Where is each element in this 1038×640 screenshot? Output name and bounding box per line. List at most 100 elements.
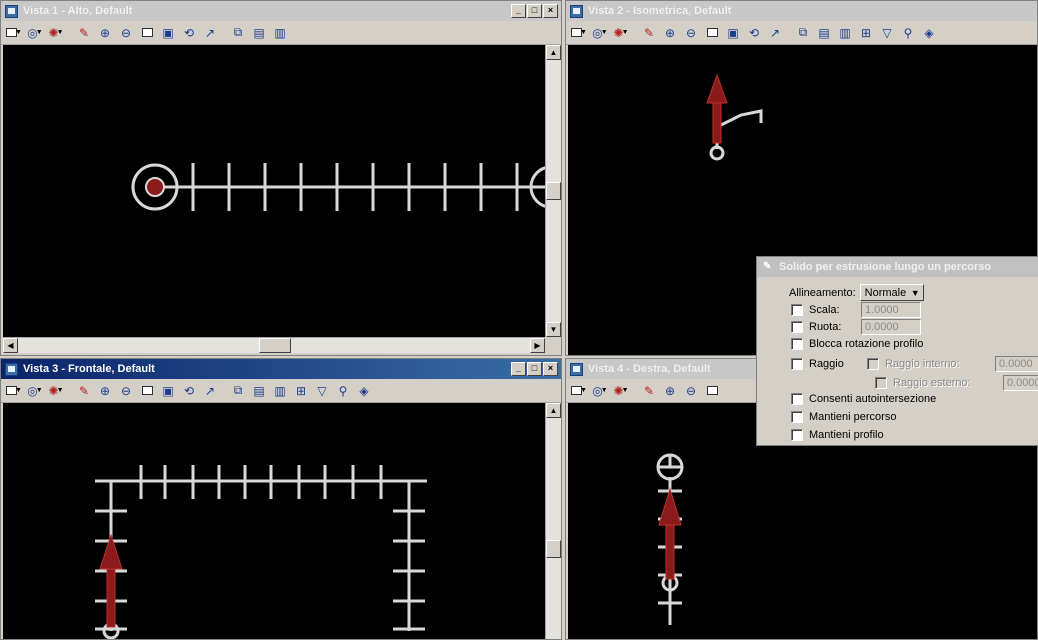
camera-icon[interactable]: ⚲ [899, 24, 917, 42]
view-3-titlebar[interactable]: Vista 3 - Frontale, Default _ □ × [1, 359, 561, 379]
raggio-interno-field[interactable]: 0.0000 [995, 356, 1038, 372]
lights-icon[interactable]: ✺ ▼ [47, 382, 65, 400]
scala-checkbox[interactable] [791, 304, 803, 316]
raggio-label: Raggio [809, 358, 844, 370]
levels-icon[interactable]: ◎ ▼ [591, 24, 609, 42]
fit-view-icon[interactable]: ▣ [159, 382, 177, 400]
close-button[interactable]: × [543, 362, 558, 376]
view-attributes-icon[interactable]: ▼ [5, 24, 23, 42]
mantieni-profilo-label: Mantieni profilo [809, 429, 884, 441]
lights-icon[interactable]: ✺ ▼ [612, 24, 630, 42]
zoom-out-icon[interactable]: ⊖ [117, 382, 135, 400]
clip-icon[interactable]: ⊞ [292, 382, 310, 400]
raggio-esterno-label: Raggio esterno: [893, 377, 971, 389]
pan-icon[interactable]: ↗ [201, 24, 219, 42]
raggio-checkbox[interactable] [791, 358, 803, 370]
view-next-icon[interactable]: ▤ [250, 382, 268, 400]
view-window-1[interactable]: Vista 1 - Alto, Default _ □ × ▼ ◎ ▼ ✺ ▼ ✎ … [0, 0, 562, 356]
raggio-esterno-field[interactable]: 0.0000 [1003, 375, 1038, 391]
view-attributes-icon[interactable]: ▼ [5, 382, 23, 400]
mantieni-profilo-checkbox[interactable] [791, 429, 803, 441]
minimize-button[interactable]: _ [511, 362, 526, 376]
dialog-title: Solido per estrusione lungo un percorso [779, 261, 992, 273]
view-previous-icon[interactable]: ⧉ [229, 24, 247, 42]
window-area-icon[interactable] [703, 382, 721, 400]
window-area-icon[interactable] [703, 24, 721, 42]
view-window-icon [5, 4, 18, 18]
zoom-in-icon[interactable]: ⊕ [661, 382, 679, 400]
levels-icon[interactable]: ◎ ▼ [26, 382, 44, 400]
allineamento-select[interactable]: Normale ▼ [859, 284, 924, 301]
zoom-in-icon[interactable]: ⊕ [661, 24, 679, 42]
render-icon[interactable]: ▽ [878, 24, 896, 42]
scala-field[interactable]: 1.0000 [861, 302, 921, 318]
pencil-icon[interactable]: ✎ [75, 382, 93, 400]
allineamento-label: Allineamento: [789, 286, 856, 299]
scala-label: Scala: [809, 304, 840, 316]
zoom-out-icon[interactable]: ⊖ [117, 24, 135, 42]
view-1-horizontal-scrollbar[interactable]: ◀ ▶ [3, 337, 545, 353]
allineamento-value: Normale [864, 286, 907, 299]
render-icon[interactable]: ▽ [313, 382, 331, 400]
copy-view-icon[interactable]: ▥ [836, 24, 854, 42]
blocca-rotazione-checkbox[interactable] [791, 338, 803, 350]
zoom-in-icon[interactable]: ⊕ [96, 24, 114, 42]
pencil-icon[interactable]: ✎ [640, 382, 658, 400]
pencil-icon[interactable]: ✎ [640, 24, 658, 42]
display-icon[interactable]: ◈ [355, 382, 373, 400]
restore-button[interactable]: □ [527, 4, 542, 18]
view-attributes-icon[interactable]: ▼ [570, 24, 588, 42]
zoom-out-icon[interactable]: ⊖ [682, 24, 700, 42]
view-1-canvas[interactable] [3, 45, 545, 337]
display-icon[interactable]: ◈ [920, 24, 938, 42]
view-1-vertical-scrollbar[interactable]: ▲ ▼ [545, 45, 561, 337]
raggio-esterno-checkbox[interactable] [875, 377, 887, 389]
view-3-toolbar: ▼ ◎ ▼ ✺ ▼ ✎ ⊕ ⊖ ▣ ⟲ ↗ ⧉ ▤ ▥ ⊞ ▽ ⚲ ◈ [1, 379, 561, 403]
raggio-interno-checkbox[interactable] [867, 358, 879, 370]
ruota-label: Ruota: [809, 321, 842, 333]
window-area-icon[interactable] [138, 382, 156, 400]
minimize-button[interactable]: _ [511, 4, 526, 18]
view-3-vertical-scrollbar[interactable]: ▲ [545, 403, 561, 639]
view-1-titlebar[interactable]: Vista 1 - Alto, Default _ □ × [1, 1, 561, 21]
view-next-icon[interactable]: ▤ [815, 24, 833, 42]
restore-button[interactable]: □ [527, 362, 542, 376]
view-window-icon [570, 362, 583, 376]
camera-icon[interactable]: ⚲ [334, 382, 352, 400]
pan-icon[interactable]: ↗ [766, 24, 784, 42]
extrude-along-path-dialog[interactable]: ✎ Solido per estrusione lungo un percors… [756, 256, 1038, 446]
view-3-canvas[interactable] [3, 403, 545, 639]
mantieni-percorso-label: Mantieni percorso [809, 411, 897, 423]
ruota-checkbox[interactable] [791, 321, 803, 333]
view-next-icon[interactable]: ▤ [250, 24, 268, 42]
view-previous-icon[interactable]: ⧉ [794, 24, 812, 42]
copy-view-icon[interactable]: ▥ [271, 382, 289, 400]
zoom-in-icon[interactable]: ⊕ [96, 382, 114, 400]
close-button[interactable]: × [543, 4, 558, 18]
consenti-autointersezione-label: Consenti autointersezione [809, 393, 937, 405]
copy-view-icon[interactable]: ▥ [271, 24, 289, 42]
mantieni-percorso-checkbox[interactable] [791, 411, 803, 423]
pan-icon[interactable]: ↗ [201, 382, 219, 400]
window-area-icon[interactable] [138, 24, 156, 42]
rotate-view-icon[interactable]: ⟲ [180, 382, 198, 400]
view-previous-icon[interactable]: ⧉ [229, 382, 247, 400]
view-window-3[interactable]: Vista 3 - Frontale, Default _ □ × ▼ ◎ ▼ ✺… [0, 358, 562, 640]
rotate-view-icon[interactable]: ⟲ [180, 24, 198, 42]
clip-icon[interactable]: ⊞ [857, 24, 875, 42]
fit-view-icon[interactable]: ▣ [159, 24, 177, 42]
pencil-icon[interactable]: ✎ [75, 24, 93, 42]
levels-icon[interactable]: ◎ ▼ [26, 24, 44, 42]
ruota-field[interactable]: 0.0000 [861, 319, 921, 335]
view-2-titlebar[interactable]: Vista 2 - Isometrica, Default [566, 1, 1037, 21]
rotate-view-icon[interactable]: ⟲ [745, 24, 763, 42]
view-attributes-icon[interactable]: ▼ [570, 382, 588, 400]
zoom-out-icon[interactable]: ⊖ [682, 382, 700, 400]
view-window-icon [5, 362, 18, 376]
levels-icon[interactable]: ◎ ▼ [591, 382, 609, 400]
dialog-titlebar[interactable]: ✎ Solido per estrusione lungo un percors… [757, 257, 1038, 277]
lights-icon[interactable]: ✺ ▼ [47, 24, 65, 42]
consenti-autointersezione-checkbox[interactable] [791, 393, 803, 405]
fit-view-icon[interactable]: ▣ [724, 24, 742, 42]
lights-icon[interactable]: ✺ ▼ [612, 382, 630, 400]
